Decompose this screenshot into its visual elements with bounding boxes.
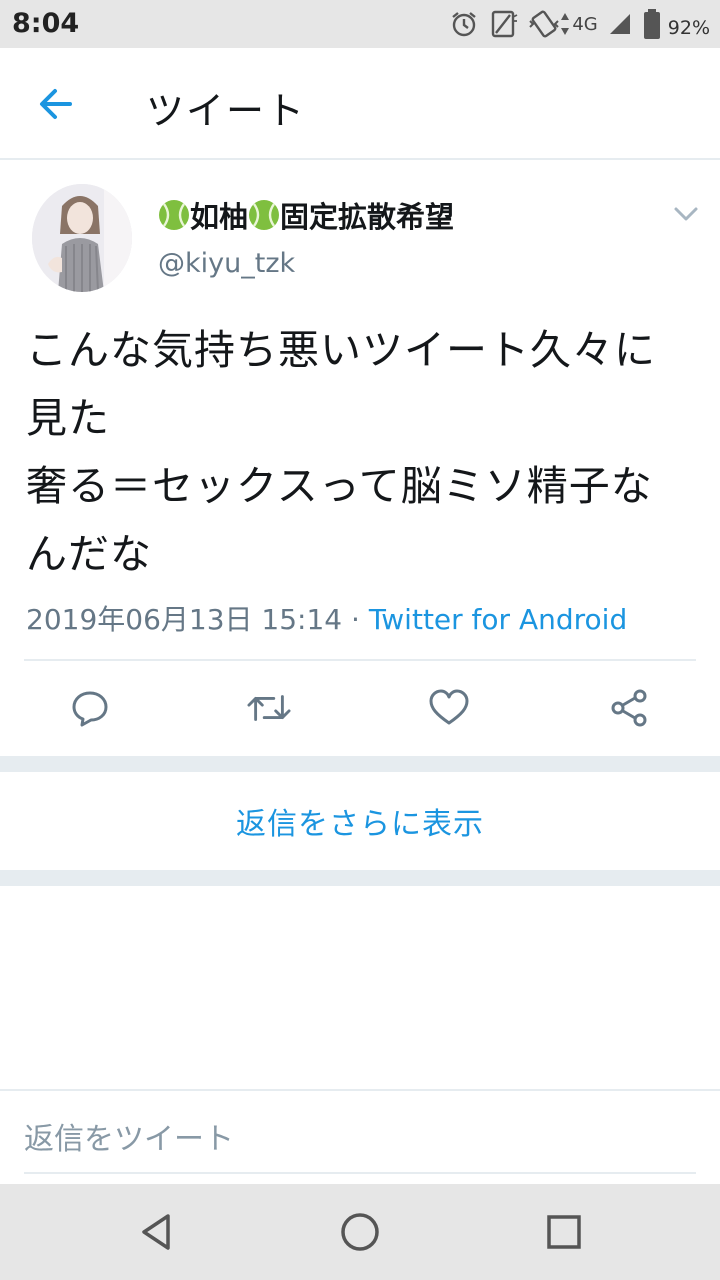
retweet-icon [247, 695, 291, 721]
share-icon [611, 689, 647, 727]
section-gap [0, 870, 720, 886]
tennis-ball-icon [158, 199, 190, 231]
reply-button[interactable] [68, 686, 112, 730]
tweet-meta: 2019年06月13日 15:14 · Twitter for Android [26, 598, 627, 638]
tweet-text-line: 見た [26, 394, 110, 442]
user-handle[interactable]: @kiyu_tzk [158, 248, 295, 279]
network-type: 4G [572, 13, 598, 35]
reply-compose-input[interactable]: 返信をツイート [24, 1114, 696, 1174]
tweet-source-link[interactable]: Twitter for Android [369, 603, 627, 636]
like-icon [429, 689, 469, 725]
tweet-timestamp: 2019年06月13日 15:14 [26, 603, 343, 636]
tweet-actions [0, 680, 720, 740]
divider [0, 1089, 720, 1091]
recents-square-icon [547, 1215, 581, 1249]
avatar[interactable] [32, 184, 132, 292]
divider [24, 659, 696, 661]
battery-icon [642, 8, 662, 40]
tweet-text-line: 奢る＝セックスって脳ミソ精子な [26, 462, 653, 510]
tennis-ball-icon [248, 199, 280, 231]
section-gap [0, 756, 720, 772]
back-triangle-icon [142, 1214, 170, 1250]
retweet-button[interactable] [247, 686, 291, 730]
display-name-suffix: 固定拡散希望 [280, 200, 455, 234]
status-icons: 4G 92% [440, 6, 710, 42]
rotate-icon [488, 9, 518, 39]
display-name[interactable]: 如柚 固定拡散希望 [158, 194, 454, 236]
back-button[interactable] [30, 80, 82, 128]
nav-home-button[interactable] [336, 1208, 384, 1256]
status-bar: 8:04 4G 92% [0, 0, 720, 48]
tweet-text-line: んだな [26, 530, 152, 578]
home-circle-icon [341, 1213, 379, 1251]
page-title: ツイート [146, 89, 307, 133]
tweet-text-line: こんな気持ち悪いツイート久々に [26, 326, 656, 374]
nav-back-button[interactable] [132, 1208, 180, 1256]
battery-percent: 92% [667, 17, 710, 39]
status-time: 8:04 [12, 8, 80, 39]
display-name-text: 如柚 [190, 200, 249, 234]
show-more-replies-button[interactable]: 返信をさらに表示 [0, 772, 720, 870]
tweet-text: こんな気持ち悪いツイート久々に 見た 奢る＝セックスって脳ミソ精子な んだな [26, 316, 706, 588]
reply-icon [72, 691, 108, 727]
chevron-down-icon[interactable] [672, 202, 700, 226]
system-nav-bar [0, 1184, 720, 1280]
meta-separator: · [342, 603, 369, 636]
nav-recents-button[interactable] [540, 1208, 588, 1256]
app-header: ツイート [0, 48, 720, 160]
alarm-icon [450, 10, 478, 38]
like-button[interactable] [427, 686, 471, 730]
vibrate-icon [528, 9, 560, 39]
share-button[interactable] [607, 686, 651, 730]
arrow-left-icon [40, 89, 72, 119]
signal-icon [608, 12, 632, 36]
data-arrows-icon [560, 12, 570, 36]
